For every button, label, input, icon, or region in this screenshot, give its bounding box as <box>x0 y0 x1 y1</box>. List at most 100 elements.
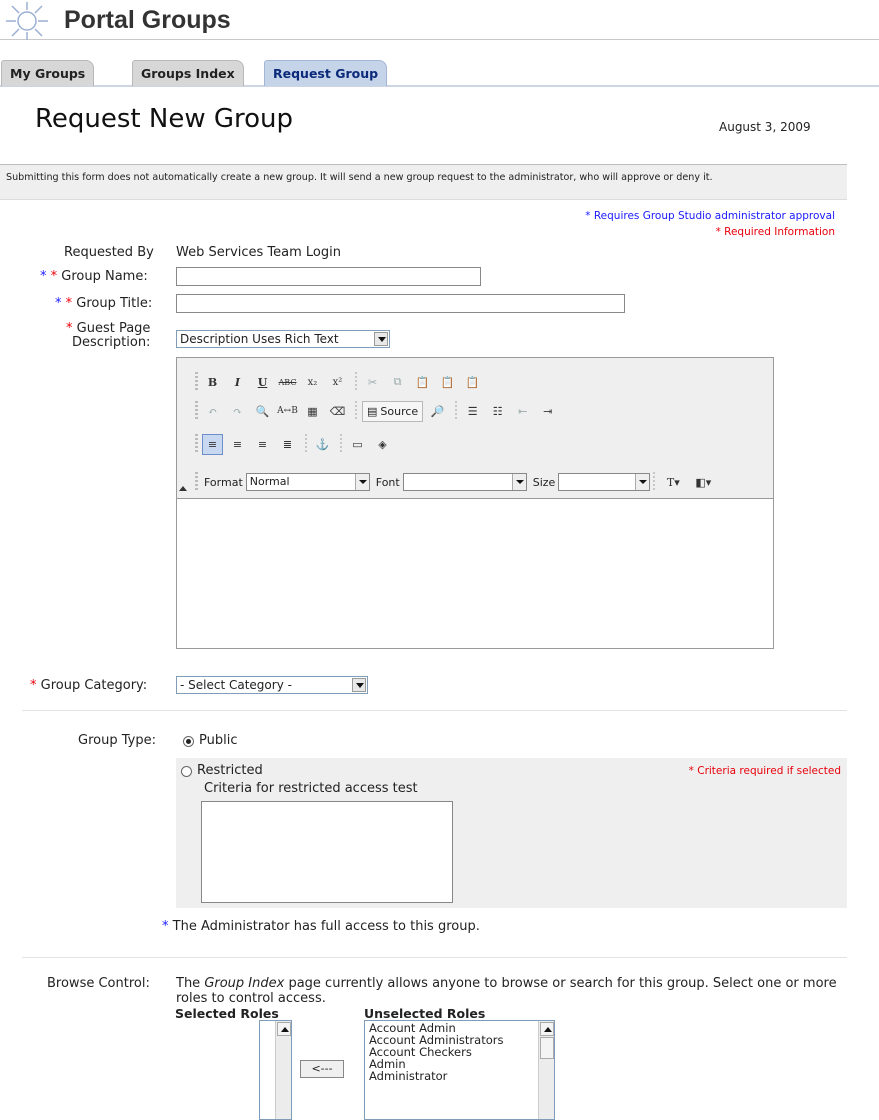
divider <box>22 710 847 711</box>
scrollbar[interactable] <box>275 1021 291 1119</box>
bulleted-list-icon[interactable]: ☷ <box>487 401 508 422</box>
indent-icon[interactable]: ⇥ <box>537 401 558 422</box>
group-title-label: Group Title: <box>76 296 153 311</box>
toolbar-separator <box>653 472 656 492</box>
scroll-thumb[interactable] <box>540 1037 554 1059</box>
format-select[interactable]: Normal <box>245 473 370 491</box>
underline-icon[interactable]: U <box>252 372 273 393</box>
background-color-icon[interactable]: ◧▾ <box>690 472 716 493</box>
admin-access-text: The Administrator has full access to thi… <box>172 919 480 934</box>
text-color-icon[interactable]: T▾ <box>660 472 686 493</box>
restricted-label: Restricted <box>197 763 263 778</box>
move-left-button[interactable]: <--- <box>300 1060 344 1078</box>
description-mode-select[interactable]: Description Uses Rich Text <box>176 330 390 348</box>
remove-format-icon[interactable]: ⌫ <box>327 401 348 422</box>
copy-icon[interactable]: ⧉ <box>387 372 408 393</box>
editor-toolbar-row-1: B I U ABC x₂ x² ✂ ⧉ 📋 📋 📋 <box>195 369 487 395</box>
align-center-icon[interactable]: ≡ <box>227 434 248 455</box>
superscript-icon[interactable]: x² <box>327 372 348 393</box>
chevron-down-icon[interactable] <box>354 474 369 490</box>
required-marker: * <box>65 296 73 311</box>
undo-icon[interactable]: ↶ <box>202 401 223 422</box>
group-title-input[interactable] <box>176 294 625 313</box>
public-label: Public <box>199 733 238 748</box>
strikethrough-icon[interactable]: ABC <box>277 372 298 393</box>
chevron-down-icon[interactable] <box>511 474 526 490</box>
chevron-down-icon[interactable] <box>374 332 388 346</box>
criteria-label: Criteria for restricted access test <box>204 781 418 796</box>
align-left-icon[interactable]: ≡ <box>202 433 223 455</box>
group-name-label: Group Name: <box>61 269 148 284</box>
format-label: Format <box>204 475 243 489</box>
divider <box>22 957 847 958</box>
paste-word-icon[interactable]: 📋 <box>462 372 483 393</box>
source-icon: ▤ <box>367 404 378 418</box>
admin-approval-marker: * <box>55 296 62 311</box>
selected-roles-list[interactable] <box>259 1020 292 1120</box>
size-select[interactable] <box>558 473 651 491</box>
toolbar-separator <box>355 372 357 392</box>
required-marker: * <box>66 321 73 336</box>
browse-text-start: The <box>176 976 205 991</box>
redo-icon[interactable]: ↷ <box>227 401 248 422</box>
tab-groups-index[interactable]: Groups Index <box>132 60 244 86</box>
admin-approval-marker: * <box>40 269 47 284</box>
find-icon[interactable]: 🔍 <box>252 401 273 422</box>
guest-page-label-line2: Description: <box>72 335 151 350</box>
italic-icon[interactable]: I <box>227 372 248 393</box>
requested-by-label: Requested By <box>64 245 154 260</box>
browse-text-group-index: Group Index <box>204 976 285 991</box>
group-title-row-label: * * Group Title: <box>55 296 152 311</box>
image-icon[interactable]: ◈ <box>372 434 393 455</box>
toolbar-grip[interactable] <box>195 372 198 392</box>
group-category-row-label: * Group Category: <box>30 678 147 693</box>
paste-icon[interactable]: 📋 <box>412 372 433 393</box>
numbered-list-icon[interactable]: ☰ <box>462 401 483 422</box>
preview-icon[interactable]: 🔎 <box>427 401 448 422</box>
anchor-icon[interactable]: ⚓ <box>312 434 333 455</box>
restricted-radio[interactable] <box>181 766 192 777</box>
toolbar-grip[interactable] <box>195 401 198 421</box>
criteria-required-note: * Criteria required if selected <box>688 765 841 777</box>
toolbar-grip[interactable] <box>195 434 198 454</box>
scroll-up-icon[interactable] <box>277 1022 291 1036</box>
replace-icon[interactable]: A↔B <box>277 401 298 422</box>
group-name-row-label: * * Group Name: <box>40 269 148 284</box>
requested-by-value: Web Services Team Login <box>176 245 341 260</box>
editor-toolbar-row-3: ≡ ≡ ≡ ≣ ⚓ ▭ ◈ <box>195 431 397 457</box>
bold-icon[interactable]: B <box>202 372 223 393</box>
unselected-roles-items: Account Admin Account Administrators Accou… <box>365 1021 554 1082</box>
select-all-icon[interactable]: ▦ <box>302 401 323 422</box>
chevron-down-icon[interactable] <box>635 474 650 490</box>
tab-my-groups[interactable]: My Groups <box>1 60 95 86</box>
group-category-select[interactable]: - Select Category - <box>176 676 368 694</box>
toolbar-collapse-icon[interactable] <box>179 486 187 491</box>
editor-content-area[interactable] <box>177 498 773 648</box>
admin-access-note: * The Administrator has full access to t… <box>162 919 480 934</box>
table-icon[interactable]: ▭ <box>347 434 368 455</box>
source-button[interactable]: ▤ Source <box>362 400 424 422</box>
paste-text-icon[interactable]: 📋 <box>437 372 458 393</box>
admin-approval-marker: * <box>162 919 169 934</box>
scrollbar[interactable] <box>538 1021 554 1119</box>
list-item[interactable]: Administrator <box>365 1070 554 1082</box>
align-right-icon[interactable]: ≡ <box>252 434 273 455</box>
toolbar-grip[interactable] <box>195 472 198 492</box>
font-select[interactable] <box>402 473 527 491</box>
group-name-input[interactable] <box>176 267 481 286</box>
guest-page-label: * Guest Page Description: <box>66 322 150 350</box>
public-radio[interactable] <box>183 736 194 747</box>
cut-icon[interactable]: ✂ <box>362 372 383 393</box>
align-justify-icon[interactable]: ≣ <box>277 434 298 455</box>
criteria-textarea[interactable] <box>201 801 453 903</box>
editor-toolbar-row-2: ↶ ↷ 🔍 A↔B ▦ ⌫ ▤ Source 🔎 ☰ ☷ ⇤ ⇥ <box>195 398 562 424</box>
tab-request-group[interactable]: Request Group <box>264 60 388 86</box>
scroll-up-icon[interactable] <box>540 1022 554 1036</box>
subscript-icon[interactable]: x₂ <box>302 372 323 393</box>
unselected-roles-heading: Unselected Roles <box>364 1006 486 1021</box>
outdent-icon[interactable]: ⇤ <box>512 401 533 422</box>
legend-required: * Required Information <box>715 226 835 238</box>
chevron-down-icon[interactable] <box>352 678 366 692</box>
unselected-roles-list[interactable]: Account Admin Account Administrators Accou… <box>364 1020 555 1120</box>
guest-page-label-line1: Guest Page <box>76 321 151 336</box>
